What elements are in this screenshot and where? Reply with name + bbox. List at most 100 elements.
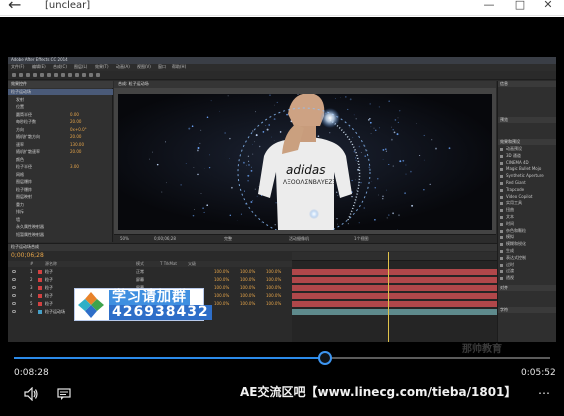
effect-category-item[interactable]: 过渡: [506, 268, 514, 274]
layer-value[interactable]: 100.0%: [266, 301, 281, 306]
layer-color-chip[interactable]: [38, 302, 42, 306]
effect-category-item[interactable]: 透视: [506, 275, 514, 281]
effect-prop-value[interactable]: 20.00: [70, 149, 81, 154]
effect-prop-value[interactable]: 130.00: [70, 142, 84, 147]
layer-value[interactable]: 100.0%: [214, 285, 229, 290]
effect-prop-row[interactable]: 每秒粒子数 20.00: [8, 119, 113, 125]
effect-prop-row[interactable]: 永久属性映射器: [8, 224, 113, 230]
layer-color-chip[interactable]: [38, 310, 42, 314]
resolution-select[interactable]: 完整: [224, 236, 232, 242]
timeline-current-time[interactable]: 0;00;06;28: [11, 252, 44, 259]
effect-prop-row[interactable]: 图层爆炸: [8, 179, 113, 185]
timeline-ruler[interactable]: [292, 252, 497, 261]
effect-prop-row[interactable]: 粒子爆炸: [8, 187, 113, 193]
effect-prop-row[interactable]: 位置: [8, 104, 113, 110]
effect-prop-row[interactable]: 短暂属性映射器: [8, 232, 113, 238]
effect-category-item[interactable]: Synthetic Aperture: [506, 173, 544, 178]
effect-prop-value[interactable]: 20.00: [70, 134, 81, 139]
effect-prop-row[interactable]: 颜色: [8, 157, 113, 163]
timeline-layer-row[interactable]: 1 粒子 正常 100.0% 100.0% 100.0%: [8, 269, 497, 275]
layer-mode[interactable]: 屏幕: [136, 277, 144, 283]
effect-prop-row[interactable]: 网格: [8, 172, 113, 178]
eraser-tool-icon: [89, 73, 93, 77]
effect-category-item[interactable]: 文本: [506, 214, 514, 220]
effect-prop-row[interactable]: 随机扩散方向 20.00: [8, 134, 113, 140]
layer-value[interactable]: 100.0%: [214, 293, 229, 298]
timeline-playhead[interactable]: [388, 252, 389, 342]
eye-icon[interactable]: [12, 278, 16, 281]
layer-value[interactable]: 100.0%: [266, 285, 281, 290]
layer-value[interactable]: 100.0%: [214, 277, 229, 282]
effect-prop-row[interactable]: 随机扩散速率 20.00: [8, 149, 113, 155]
progress-handle[interactable]: [317, 351, 332, 365]
layer-value[interactable]: 100.0%: [240, 293, 255, 298]
effect-prop-row[interactable]: 方向 0x+0.0°: [8, 127, 113, 133]
effect-category-item[interactable]: Red Giant: [506, 180, 526, 185]
effect-category-item[interactable]: 3D 通道: [506, 153, 521, 159]
views-select[interactable]: 1个视图: [354, 236, 369, 242]
eye-icon[interactable]: [12, 294, 16, 297]
effect-prop-row[interactable]: 发射: [8, 97, 113, 103]
layer-color-chip[interactable]: [38, 294, 42, 298]
back-button[interactable]: ←: [8, 0, 21, 14]
layer-value[interactable]: 100.0%: [266, 277, 281, 282]
effect-prop-value[interactable]: 3.00: [70, 164, 79, 169]
layer-mode[interactable]: 正常: [136, 269, 144, 275]
effect-prop-row[interactable]: 排斥: [8, 209, 113, 215]
effect-category-item[interactable]: Video Copilot: [506, 194, 533, 199]
effect-prop-row[interactable]: 重力: [8, 202, 113, 208]
effect-category-item[interactable]: Trapcode: [506, 187, 524, 192]
particle-dot: [391, 138, 393, 141]
effect-category-item[interactable]: 时间: [506, 221, 514, 227]
zoom-level[interactable]: 50%: [120, 236, 129, 241]
effect-category-item[interactable]: 模拟: [506, 234, 514, 240]
subtitle-icon[interactable]: [57, 388, 71, 400]
eye-icon[interactable]: [12, 310, 16, 313]
effect-category-item[interactable]: 表达式控制: [506, 255, 526, 261]
layer-value[interactable]: 100.0%: [240, 301, 255, 306]
particle-dot: [448, 147, 451, 150]
effect-prop-row[interactable]: 墙: [8, 217, 113, 223]
effect-prop-value[interactable]: 20.00: [70, 119, 81, 124]
layer-value[interactable]: 100.0%: [214, 301, 229, 306]
eye-icon[interactable]: [12, 270, 16, 273]
eye-icon[interactable]: [12, 286, 16, 289]
layer-value[interactable]: 100.0%: [240, 269, 255, 274]
effect-category-item[interactable]: 杂色和颗粒: [506, 228, 526, 234]
layer-value[interactable]: 100.0%: [266, 293, 281, 298]
effect-prop-value[interactable]: 0.00: [70, 112, 79, 117]
layer-color-chip[interactable]: [38, 286, 42, 290]
effect-category-icon: [500, 216, 503, 219]
maximize-button[interactable]: □: [513, 0, 527, 11]
effect-category-item[interactable]: 动画预设: [506, 146, 522, 152]
effect-category-item[interactable]: 实用工具: [506, 200, 522, 206]
effect-category-item[interactable]: 生成: [506, 248, 514, 254]
effect-category-item[interactable]: 扭曲: [506, 207, 514, 213]
viewer-timecode[interactable]: 0;00;06;28: [154, 236, 176, 241]
effect-prop-value[interactable]: 0x+0.0°: [70, 127, 87, 132]
effect-category-item[interactable]: Magic Bullet Mojo: [506, 166, 541, 171]
layer-value[interactable]: 100.0%: [266, 269, 281, 274]
layer-value[interactable]: 100.0%: [240, 285, 255, 290]
layer-color-chip[interactable]: [38, 270, 42, 274]
effect-prop-row[interactable]: 粒子运动场: [8, 89, 113, 95]
effect-category-item[interactable]: 过时: [506, 262, 514, 268]
layer-value[interactable]: 100.0%: [240, 277, 255, 282]
layer-value[interactable]: 100.0%: [214, 269, 229, 274]
eye-icon[interactable]: [12, 302, 16, 305]
more-options-button[interactable]: …: [538, 383, 550, 397]
particle-dot: [152, 151, 153, 153]
effect-prop-row[interactable]: 速率 130.00: [8, 142, 113, 148]
effect-prop-row[interactable]: 图层映射: [8, 194, 113, 200]
camera-select[interactable]: 活动摄像机: [289, 236, 309, 242]
volume-icon[interactable]: [24, 387, 38, 401]
effect-category-item[interactable]: 模糊和锐化: [506, 241, 526, 247]
progress-bar[interactable]: [14, 357, 550, 359]
effect-category-item[interactable]: CINEMA 4D: [506, 160, 529, 165]
minimize-button[interactable]: —: [482, 0, 496, 11]
timeline-layer-row[interactable]: 2 粒子 屏幕 100.0% 100.0% 100.0%: [8, 277, 497, 283]
layer-color-chip[interactable]: [38, 278, 42, 282]
effect-prop-row[interactable]: 粒子半径 3.00: [8, 164, 113, 170]
close-button[interactable]: ✕: [541, 0, 555, 11]
effect-prop-row[interactable]: 圆筒半径 0.00: [8, 112, 113, 118]
